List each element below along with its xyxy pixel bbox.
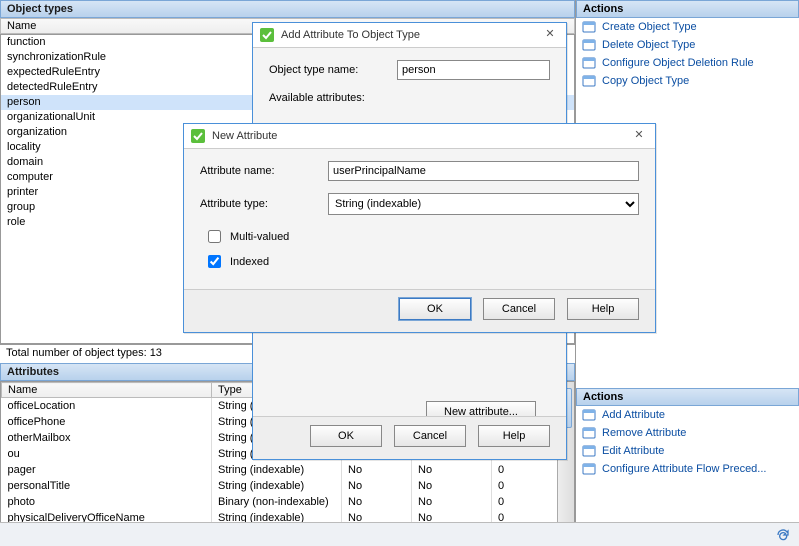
action-icon (582, 74, 596, 88)
action-icon (582, 38, 596, 52)
action-link[interactable]: Delete Object Type (576, 36, 799, 54)
new-attr-help-button[interactable]: Help (567, 298, 639, 320)
object-type-name-label: Object type name: (269, 64, 389, 76)
new-attr-ok-button[interactable]: OK (399, 298, 471, 320)
action-link[interactable]: Add Attribute (576, 406, 799, 424)
status-bar (0, 522, 799, 546)
add-attr-help-button[interactable]: Help (478, 425, 550, 447)
new-attribute-dialog-title: New Attribute (212, 130, 623, 142)
action-label: Configure Object Deletion Rule (602, 57, 754, 69)
available-attributes-label: Available attributes: (269, 92, 389, 104)
action-label: Delete Object Type (602, 39, 695, 51)
action-link[interactable]: Configure Object Deletion Rule (576, 54, 799, 72)
action-link[interactable]: Configure Attribute Flow Preced... (576, 460, 799, 478)
action-label: Configure Attribute Flow Preced... (602, 463, 766, 475)
action-icon (582, 444, 596, 458)
multi-valued-checkbox[interactable] (208, 230, 221, 243)
add-attr-cancel-button[interactable]: Cancel (394, 425, 466, 447)
action-icon (582, 408, 596, 422)
action-icon (582, 462, 596, 476)
app-icon (259, 27, 275, 43)
attribute-name-label: Attribute name: (200, 165, 320, 177)
app-icon (190, 128, 206, 144)
table-row[interactable]: personalTitleString (indexable)NoNo0 (2, 478, 574, 494)
action-link[interactable]: Remove Attribute (576, 424, 799, 442)
action-label: Add Attribute (602, 409, 665, 421)
object-type-name-field[interactable] (397, 60, 550, 80)
object-types-panel-title: Object types (0, 0, 575, 18)
action-icon (582, 20, 596, 34)
attribute-type-label: Attribute type: (200, 198, 320, 210)
actions-bottom-title: Actions (576, 388, 799, 406)
add-attr-ok-button[interactable]: OK (310, 425, 382, 447)
action-link[interactable]: Create Object Type (576, 18, 799, 36)
action-link[interactable]: Edit Attribute (576, 442, 799, 460)
table-row[interactable]: pagerString (indexable)NoNo0 (2, 462, 574, 478)
table-row[interactable]: photoBinary (non-indexable)NoNo0 (2, 494, 574, 510)
close-icon[interactable]: ✕ (629, 128, 649, 144)
action-label: Remove Attribute (602, 427, 686, 439)
actions-top-title: Actions (576, 0, 799, 18)
indexed-label: Indexed (230, 256, 269, 268)
attr-col-name[interactable]: Name (2, 383, 212, 398)
refresh-icon[interactable] (775, 527, 791, 543)
action-label: Edit Attribute (602, 445, 664, 457)
close-icon[interactable]: ✕ (540, 27, 560, 43)
action-label: Create Object Type (602, 21, 697, 33)
attribute-name-field[interactable] (328, 161, 639, 181)
add-attribute-dialog-title: Add Attribute To Object Type (281, 29, 534, 41)
new-attr-cancel-button[interactable]: Cancel (483, 298, 555, 320)
multi-valued-label: Multi-valued (230, 231, 289, 243)
attribute-type-select[interactable]: String (indexable) (328, 193, 639, 215)
action-icon (582, 56, 596, 70)
action-icon (582, 426, 596, 440)
new-attribute-dialog: New Attribute ✕ Attribute name: Attribut… (183, 123, 656, 333)
action-link[interactable]: Copy Object Type (576, 72, 799, 90)
action-label: Copy Object Type (602, 75, 689, 87)
indexed-checkbox[interactable] (208, 255, 221, 268)
